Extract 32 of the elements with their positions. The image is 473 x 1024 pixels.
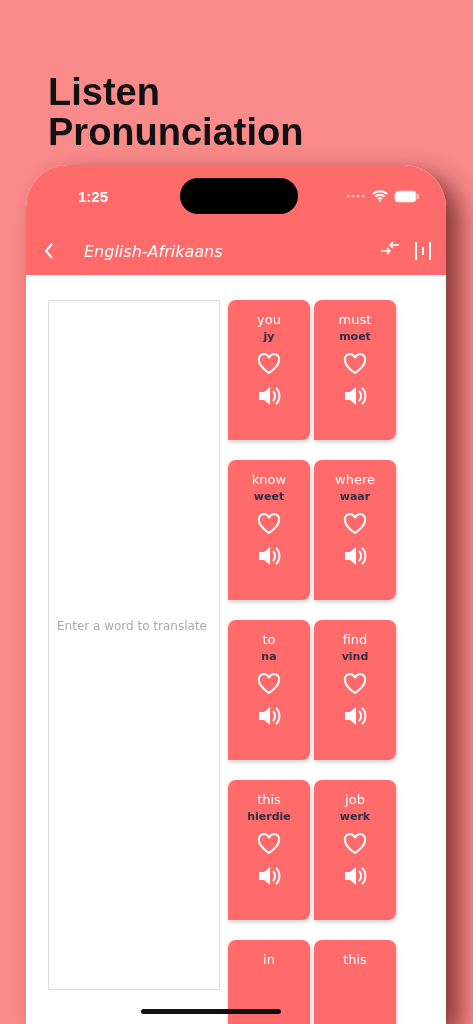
afrikaans-word: moet	[339, 330, 371, 343]
word-card[interactable]: this	[314, 940, 396, 1024]
english-word: find	[342, 632, 368, 647]
afrikaans-word: weet	[253, 490, 285, 503]
word-input-field[interactable]: Enter a word to translate	[48, 300, 220, 990]
headline: Listen Pronunciation	[47, 70, 305, 155]
english-word: job	[345, 792, 365, 807]
word-card[interactable]: find vind	[314, 620, 396, 760]
english-word: in	[263, 952, 275, 967]
word-card[interactable]: you jy	[228, 300, 310, 440]
afrikaans-word: werk	[339, 810, 371, 823]
english-word: where	[335, 472, 375, 487]
afrikaans-word: hierdie	[247, 810, 291, 823]
word-card[interactable]: to na	[228, 620, 310, 760]
word-card[interactable]: job werk	[314, 780, 396, 920]
afrikaans-word: waar	[339, 490, 371, 503]
afrikaans-word: na	[261, 650, 277, 663]
screen-title: English-Afrikaans	[84, 241, 223, 261]
word-card[interactable]: this hierdie	[228, 780, 310, 920]
english-word: this	[343, 952, 367, 967]
english-word: this	[257, 792, 281, 807]
english-word: know	[251, 472, 287, 487]
english-word: to	[262, 632, 276, 647]
word-card[interactable]: where waar	[314, 460, 396, 600]
word-card[interactable]: in	[228, 940, 310, 1024]
word-card[interactable]: must moet	[314, 300, 396, 440]
status-time: 1:25	[78, 187, 110, 205]
word-card[interactable]: know weet	[228, 460, 310, 600]
afrikaans-word: vind	[341, 650, 369, 663]
afrikaans-word: jy	[263, 330, 275, 343]
english-word: you	[257, 312, 281, 327]
english-word: must	[338, 312, 372, 327]
